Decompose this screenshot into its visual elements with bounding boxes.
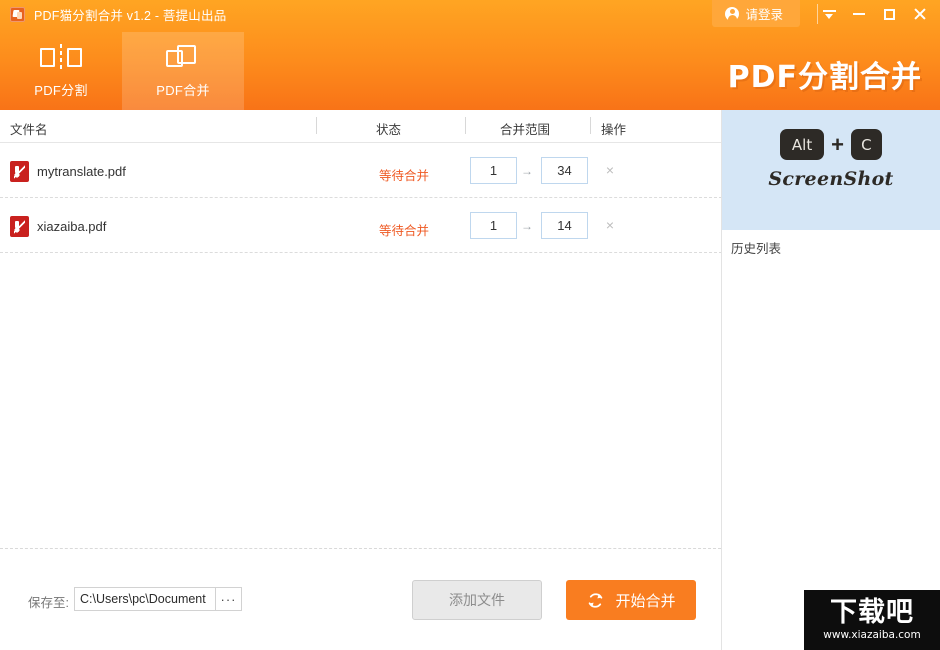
maximize-button[interactable]	[874, 0, 904, 28]
pdf-file-icon	[10, 161, 29, 182]
pdf-file-icon	[10, 216, 29, 237]
column-header-action: 操作	[601, 123, 627, 137]
footer-separator	[0, 548, 721, 549]
browse-button[interactable]: ···	[215, 588, 241, 610]
range-to-input[interactable]: 34	[541, 157, 588, 184]
start-merge-button[interactable]: 开始合并	[566, 580, 696, 620]
remove-file-icon[interactable]: ×	[602, 218, 618, 234]
save-path-label: 保存至:	[28, 596, 69, 610]
minimize-button[interactable]	[844, 0, 874, 28]
status-badge: 等待合并	[378, 169, 429, 183]
close-button[interactable]	[904, 0, 934, 28]
file-name: mytranslate.pdf	[37, 164, 126, 179]
start-merge-label: 开始合并	[615, 592, 676, 610]
app-logo-icon	[10, 6, 25, 22]
key-c: C	[850, 129, 882, 160]
add-files-label: 添加文件	[449, 592, 505, 608]
banner-title: PDF分割合并	[727, 60, 922, 95]
file-table-body: mytranslate.pdf 等待合并 1 → 34 × xiazaiba.p…	[0, 143, 722, 253]
user-icon	[725, 6, 740, 21]
status-badge: 等待合并	[378, 224, 429, 238]
tab-pdf-merge-label: PDF合并	[156, 83, 210, 98]
range-arrow-icon: →	[521, 164, 533, 178]
maximize-icon	[883, 8, 895, 20]
tab-pdf-split[interactable]: PDF分割	[0, 32, 122, 110]
save-path-input[interactable]	[75, 588, 215, 610]
header-divider-2	[465, 117, 466, 134]
ad-caption: ScreenShot	[768, 168, 894, 190]
tab-pdf-split-label: PDF分割	[34, 83, 88, 98]
file-name: xiazaiba.pdf	[37, 219, 107, 234]
shortcut-keys: Alt + C	[722, 129, 940, 160]
site-watermark: 下载吧 www.xiazaiba.com	[804, 590, 940, 650]
table-row[interactable]: mytranslate.pdf 等待合并 1 → 34 ×	[0, 143, 722, 198]
range-from-input[interactable]: 1	[470, 157, 517, 184]
column-header-status: 状态	[376, 123, 402, 137]
collapse-button[interactable]	[814, 0, 844, 28]
screenshot-ad-banner[interactable]: Alt + C ScreenShot	[722, 110, 940, 230]
watermark-site-url: www.xiazaiba.com	[823, 629, 921, 641]
application-window: PDF猫分割合并 v1.2 - 菩提山出品 请登录 PDF分割 PDF合并 PD…	[0, 0, 940, 650]
tab-bar: PDF分割 PDF合并	[0, 32, 244, 110]
watermark-logo-text: 下载吧	[830, 597, 914, 627]
range-to-input[interactable]: 14	[541, 212, 588, 239]
merge-icon	[166, 43, 200, 73]
add-files-button[interactable]: 添加文件	[412, 580, 542, 620]
table-row[interactable]: xiazaiba.pdf 等待合并 1 → 14 ×	[0, 198, 722, 253]
header-divider-3	[590, 117, 591, 134]
save-path-field[interactable]: ···	[74, 587, 242, 611]
range-arrow-icon: →	[521, 219, 533, 233]
close-icon	[913, 8, 926, 21]
app-header: PDF猫分割合并 v1.2 - 菩提山出品 请登录 PDF分割 PDF合并 PD…	[0, 0, 940, 110]
plus-icon: +	[831, 131, 844, 157]
tab-pdf-merge[interactable]: PDF合并	[122, 32, 244, 110]
minimize-icon	[853, 13, 865, 15]
remove-file-icon[interactable]: ×	[602, 163, 618, 179]
file-table-header: 文件名 状态 合并范围 操作	[0, 110, 722, 143]
history-list-label: 历史列表	[731, 242, 782, 256]
login-button-label: 请登录	[745, 8, 783, 22]
split-icon	[38, 43, 84, 73]
header-divider-1	[316, 117, 317, 134]
refresh-icon	[586, 591, 605, 610]
window-title: PDF猫分割合并 v1.2 - 菩提山出品	[34, 8, 227, 23]
column-header-filename: 文件名	[10, 123, 48, 137]
key-alt: Alt	[780, 129, 825, 160]
chevron-down-icon	[822, 9, 836, 19]
column-header-range: 合并范围	[500, 123, 551, 137]
login-button[interactable]: 请登录	[712, 0, 800, 27]
window-controls	[814, 0, 934, 28]
range-from-input[interactable]: 1	[470, 212, 517, 239]
